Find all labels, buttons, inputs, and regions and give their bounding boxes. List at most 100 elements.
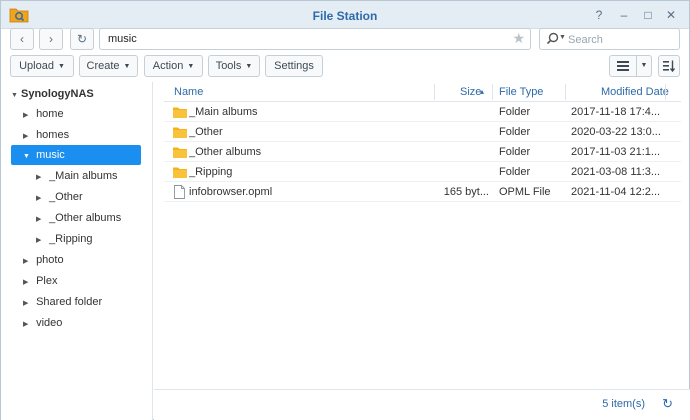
tree-item-label: Shared folder [36, 296, 103, 308]
tree-root-label: SynologyNAS [21, 88, 94, 100]
path-bar[interactable]: music ★ [99, 28, 531, 50]
refresh-button[interactable]: ↻ [70, 28, 94, 50]
column-header-file-type[interactable]: File Type [499, 82, 543, 102]
sort-ascending-icon: ▴ [480, 87, 485, 96]
tree-item-label: video [36, 317, 63, 329]
tree-item-label: _Other albums [49, 212, 122, 224]
table-row[interactable]: _Other Folder 2020-03-22 13:0... [164, 122, 681, 142]
action-button[interactable]: Action ▼ [144, 55, 203, 77]
tools-button-label: Tools [215, 60, 242, 72]
column-header-name[interactable]: Name [174, 82, 203, 102]
close-icon[interactable]: ✕ [663, 7, 679, 23]
column-divider[interactable] [665, 84, 666, 100]
tree-item-plex[interactable]: ▶ Plex [23, 271, 141, 291]
table-row[interactable]: infobrowser.opml 165 byt... OPML File 20… [164, 182, 681, 202]
tree-item-other[interactable]: ▶ _Other [36, 187, 146, 207]
create-button[interactable]: Create ▼ [79, 55, 138, 77]
table-row[interactable]: _Other albums Folder 2017-11-03 21:1... [164, 142, 681, 162]
file-station-window: File Station ? – □ ✕ ‹ › ↻ music ★ ▼ Upl… [0, 0, 690, 420]
file-type: OPML File [499, 186, 551, 198]
tree-item-homes[interactable]: ▶ homes [23, 125, 141, 145]
tools-caret-icon: ▼ [245, 63, 253, 70]
search-input[interactable] [568, 32, 676, 47]
view-options-dropdown[interactable]: ▼ [636, 55, 652, 77]
table-row[interactable]: _Ripping Folder 2021-03-08 11:3... [164, 162, 681, 182]
tree-item-label: home [36, 108, 64, 120]
file-modified-date: 2017-11-18 17:4... [571, 106, 661, 118]
tree-item-other-albums[interactable]: ▶ _Other albums [36, 208, 146, 228]
expand-right-icon[interactable]: ▶ [23, 294, 33, 314]
forward-button[interactable]: › [39, 28, 63, 50]
file-size [434, 162, 489, 182]
column-divider[interactable] [492, 84, 493, 100]
search-icon[interactable] [546, 32, 559, 45]
column-divider[interactable] [434, 84, 435, 100]
expand-right-icon[interactable]: ▶ [23, 106, 33, 126]
file-type: Folder [499, 126, 531, 138]
upload-button[interactable]: Upload ▼ [10, 55, 74, 77]
expand-right-icon[interactable]: ▶ [23, 273, 33, 293]
minimize-icon[interactable]: – [616, 7, 632, 23]
file-name: infobrowser.opml [189, 186, 273, 198]
file-size [434, 102, 489, 122]
tree-item-shared-folder[interactable]: ▶ Shared folder [23, 292, 141, 312]
folder-icon [173, 147, 187, 158]
folder-icon [173, 127, 187, 138]
file-list-header: Name Size ▴ File Type Modified Date [164, 82, 681, 102]
tree-root[interactable]: ▼ SynologyNAS [11, 84, 141, 104]
file-name: _Main albums [189, 106, 258, 118]
tree-item-video[interactable]: ▶ video [23, 313, 141, 333]
tree-item-label: photo [36, 254, 64, 266]
expand-right-icon[interactable]: ▶ [36, 231, 46, 251]
search-options-caret-icon[interactable]: ▼ [559, 34, 566, 41]
tree-item-label: _Main albums [49, 170, 118, 182]
maximize-icon[interactable]: □ [640, 7, 656, 23]
file-size [434, 142, 489, 162]
create-caret-icon: ▼ [123, 63, 131, 70]
file-type: Folder [499, 106, 531, 118]
upload-button-label: Upload [19, 60, 54, 72]
chevron-down-icon: ▼ [640, 62, 648, 69]
table-row[interactable]: _Main albums Folder 2017-11-18 17:4... [164, 102, 681, 122]
file-name: _Ripping [189, 166, 233, 178]
list-view-button[interactable] [609, 55, 637, 77]
settings-button[interactable]: Settings [265, 55, 323, 77]
chevron-right-icon: › [49, 32, 53, 46]
sort-button[interactable] [658, 55, 680, 77]
folder-tree: ▼ SynologyNAS ▶ home ▶ homes ▼ music ▶ _M… [1, 82, 153, 420]
chevron-left-icon: ‹ [20, 32, 24, 46]
expand-right-icon[interactable]: ▶ [23, 127, 33, 147]
expand-down-icon[interactable]: ▼ [11, 86, 21, 106]
help-icon[interactable]: ? [591, 7, 607, 23]
tree-item-music[interactable]: ▼ music [11, 145, 141, 165]
tree-item-home[interactable]: ▶ home [23, 104, 141, 124]
search-box[interactable]: ▼ [539, 28, 680, 50]
refresh-icon: ↻ [76, 32, 88, 46]
column-divider[interactable] [565, 84, 566, 100]
back-button[interactable]: ‹ [10, 28, 34, 50]
column-header-modified-date[interactable]: Modified Date [601, 82, 669, 102]
action-button-label: Action [152, 60, 184, 72]
path-text[interactable]: music [108, 33, 137, 45]
tree-item-ripping[interactable]: ▶ _Ripping [36, 229, 146, 249]
expand-down-icon[interactable]: ▼ [23, 147, 33, 167]
expand-right-icon[interactable]: ▶ [23, 315, 33, 335]
file-modified-date: 2021-03-08 11:3... [571, 166, 661, 178]
expand-right-icon[interactable]: ▶ [23, 252, 33, 272]
file-list: Name Size ▴ File Type Modified Date _Mai… [164, 82, 681, 392]
file-size [434, 122, 489, 142]
file-icon [174, 185, 185, 199]
list-view-icon [617, 61, 629, 71]
expand-right-icon[interactable]: ▶ [36, 189, 46, 209]
file-modified-date: 2017-11-03 21:1... [571, 146, 661, 158]
tree-item-photo[interactable]: ▶ photo [23, 250, 141, 270]
folder-icon [173, 167, 187, 178]
expand-right-icon[interactable]: ▶ [36, 210, 46, 230]
title-bar[interactable]: File Station ? – □ ✕ [1, 1, 689, 29]
tools-button[interactable]: Tools ▼ [208, 55, 260, 77]
refresh-icon[interactable]: ↻ [662, 396, 673, 412]
tree-item-main-albums[interactable]: ▶ _Main albums [36, 166, 146, 186]
tree-item-label: _Ripping [49, 233, 93, 245]
star-icon[interactable]: ★ [512, 30, 525, 47]
expand-right-icon[interactable]: ▶ [36, 168, 46, 188]
